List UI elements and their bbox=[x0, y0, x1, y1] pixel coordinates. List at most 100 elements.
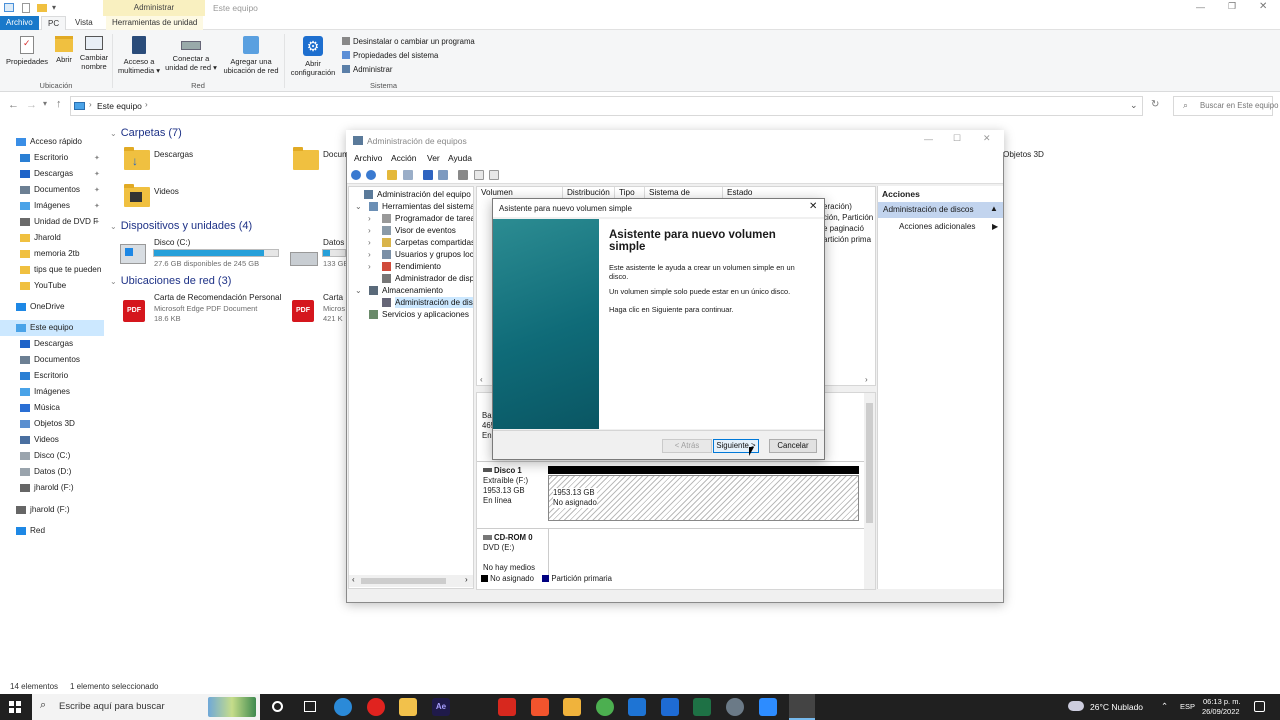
scroll-left-icon[interactable]: ‹ bbox=[480, 375, 483, 384]
check-icon[interactable] bbox=[474, 170, 484, 180]
tab-pc[interactable]: PC bbox=[41, 16, 67, 31]
scroll-right-icon[interactable]: › bbox=[865, 375, 868, 384]
tray-chevron-icon[interactable]: ⌃ bbox=[1161, 701, 1168, 712]
drive-c-name[interactable]: Disco (C:) bbox=[154, 238, 190, 247]
zoom-icon[interactable] bbox=[759, 698, 777, 716]
cortana-icon[interactable] bbox=[272, 701, 283, 712]
sidebar-item-musica[interactable]: Música bbox=[0, 400, 104, 416]
notifications-icon[interactable] bbox=[1254, 701, 1265, 712]
tree-node-users[interactable]: Usuarios y grupos local bbox=[395, 249, 473, 260]
diskpane-scrollbar[interactable] bbox=[864, 393, 875, 589]
chrome-icon[interactable] bbox=[596, 698, 614, 716]
network-item-1-name[interactable]: Carta de Recomendación Personal bbox=[154, 293, 281, 302]
sidebar-item-imagenes[interactable]: Imágenes bbox=[0, 384, 104, 400]
recent-dropdown-icon[interactable]: ▾ bbox=[43, 99, 47, 108]
tree-node-storage[interactable]: Almacenamiento bbox=[382, 285, 443, 296]
cm-maximize-icon[interactable]: ☐ bbox=[953, 133, 961, 144]
sidebar-item-objetos3d[interactable]: Objetos 3D bbox=[0, 416, 104, 432]
sidebar-item-dvd-qa[interactable]: Unidad de DVD F ✦ bbox=[0, 214, 104, 230]
folder-objetos3d[interactable]: Objetos 3D bbox=[1003, 150, 1044, 159]
taskbar-search-input[interactable]: ⌕ Escribe aquí para buscar bbox=[32, 694, 260, 720]
sidebar-item-escritorio-qa[interactable]: Escritorio ✦ bbox=[0, 150, 104, 166]
back-button[interactable]: < Atrás bbox=[662, 439, 712, 453]
expand-icon[interactable]: › bbox=[368, 261, 371, 272]
tab-herramientas-unidad[interactable]: Herramientas de unidad bbox=[106, 16, 204, 31]
newfolder-qa-icon[interactable] bbox=[37, 4, 47, 12]
minimize-icon[interactable]: — bbox=[1196, 2, 1205, 12]
address-dropdown-icon[interactable]: ⌄ bbox=[1130, 100, 1138, 111]
pin-icon[interactable]: ✦ bbox=[94, 167, 100, 182]
mail-icon[interactable] bbox=[628, 698, 646, 716]
wizard-close-icon[interactable]: ✕ bbox=[809, 201, 817, 212]
tree-node-clock[interactable]: Programador de tareas bbox=[395, 213, 473, 224]
tree-node-disk-mgmt[interactable]: Administración de disco bbox=[395, 297, 473, 308]
section-carpetas[interactable]: ⌄ Carpetas (7) bbox=[110, 127, 182, 139]
disk1-info[interactable]: Disco 1 Extraíble (F:) 1953.13 GB En lín… bbox=[483, 466, 528, 506]
quick-access-icon[interactable] bbox=[4, 3, 14, 12]
sidebar-item-imagenes-qa[interactable]: Imágenes ✦ bbox=[0, 198, 104, 214]
tree-node-shared[interactable]: Carpetas compartidas bbox=[395, 237, 473, 248]
language-indicator[interactable]: ESP bbox=[1180, 702, 1195, 711]
sidebar-item-datos-d[interactable]: Datos (D:) bbox=[0, 464, 104, 480]
acciones-adicionales[interactable]: Acciones adicionales bbox=[899, 222, 975, 231]
windows-start-icon[interactable] bbox=[9, 701, 21, 713]
console-icon[interactable] bbox=[403, 170, 413, 180]
menu-archivo[interactable]: Archivo bbox=[354, 152, 382, 164]
sidebar-item-jharold[interactable]: Jharold bbox=[0, 230, 104, 246]
qa-dropdown-icon[interactable]: ▾ bbox=[52, 3, 56, 12]
back-arrow-icon[interactable] bbox=[351, 170, 361, 180]
administrar-button[interactable]: Administrar bbox=[342, 65, 392, 74]
tree-node-computer[interactable]: Administración del equipo (loc bbox=[377, 189, 473, 200]
documentos-folder-icon[interactable] bbox=[293, 147, 319, 170]
menu-ayuda[interactable]: Ayuda bbox=[448, 152, 472, 164]
maximize-icon[interactable]: ❐ bbox=[1228, 1, 1236, 12]
network-item-2-name[interactable]: Carta I bbox=[323, 293, 348, 302]
expand-icon[interactable]: › bbox=[368, 249, 371, 260]
tree-node-devices[interactable]: Administrador de dispo bbox=[395, 273, 473, 284]
back-icon[interactable]: ← bbox=[8, 99, 19, 111]
brave-icon[interactable] bbox=[531, 698, 549, 716]
weather-text[interactable]: 26°C Nublado bbox=[1090, 702, 1143, 712]
address-bar[interactable]: › Este equipo › ⌄ bbox=[70, 96, 1143, 116]
cambiar-nombre-button[interactable]: Cambiar nombre bbox=[77, 36, 111, 71]
sidebar-item-jharold-f-root[interactable]: jharold (F:) bbox=[0, 502, 104, 518]
agregar-ubicacion-button[interactable]: Agregar una ubicación de red bbox=[221, 36, 281, 75]
folder-descargas[interactable]: Descargas bbox=[154, 150, 193, 159]
pdf-file-icon-2[interactable]: PDF bbox=[292, 300, 314, 322]
expand-icon[interactable]: ⌄ bbox=[355, 201, 362, 212]
cm-title-bar[interactable]: Administración de equipos — ☐ ✕ bbox=[346, 130, 1004, 152]
menu-accion[interactable]: Acción bbox=[391, 152, 417, 164]
tree-node-services[interactable]: Servicios y aplicaciones bbox=[382, 309, 469, 320]
abrir-button[interactable]: Abrir bbox=[52, 36, 76, 65]
data-drive-icon[interactable] bbox=[290, 252, 318, 266]
sidebar-item-jharold-f[interactable]: jharold (F:) bbox=[0, 480, 104, 496]
tab-vista[interactable]: Vista bbox=[69, 16, 99, 31]
section-ubicaciones-red[interactable]: ⌄ Ubicaciones de red (3) bbox=[110, 275, 231, 287]
properties-icon[interactable] bbox=[489, 170, 499, 180]
pin-icon[interactable]: ✦ bbox=[94, 199, 100, 214]
pin-icon[interactable]: ✦ bbox=[94, 183, 100, 198]
expand-icon[interactable]: › bbox=[368, 225, 371, 236]
wizard-title-bar[interactable]: Asistente para nuevo volumen simple ✕ bbox=[493, 199, 824, 217]
desinstalar-button[interactable]: Desinstalar o cambiar un programa bbox=[342, 37, 475, 46]
clock-time[interactable]: 06:13 p. m. bbox=[1203, 697, 1241, 706]
sidebar-item-red[interactable]: Red bbox=[0, 523, 104, 539]
connect-icon[interactable] bbox=[458, 170, 468, 180]
tab-archivo[interactable]: Archivo bbox=[0, 16, 39, 31]
edge-icon[interactable] bbox=[334, 698, 352, 716]
sidebar-item-escritorio[interactable]: Escritorio bbox=[0, 368, 104, 384]
paint-icon[interactable] bbox=[563, 698, 581, 716]
forward-icon[interactable]: → bbox=[26, 99, 37, 111]
menu-ver[interactable]: Ver bbox=[427, 152, 440, 164]
descargas-folder-icon[interactable]: ↓ bbox=[124, 147, 150, 170]
videos-folder-icon[interactable] bbox=[124, 184, 150, 207]
sidebar-item-descargas-qa[interactable]: Descargas ✦ bbox=[0, 166, 104, 182]
folder-videos[interactable]: Videos bbox=[154, 187, 179, 196]
file-explorer-icon[interactable] bbox=[399, 698, 417, 716]
sidebar-item-acceso-rapido[interactable]: Acceso rápido bbox=[0, 134, 104, 150]
sidebar-item-disco-c[interactable]: Disco (C:) bbox=[0, 448, 104, 464]
pin-icon[interactable]: ✦ bbox=[94, 151, 100, 166]
windows-drive-icon[interactable] bbox=[120, 244, 146, 264]
abrir-configuracion-button[interactable]: ⚙ Abrir configuración bbox=[288, 36, 338, 77]
up-icon[interactable]: ↑ bbox=[56, 98, 62, 110]
